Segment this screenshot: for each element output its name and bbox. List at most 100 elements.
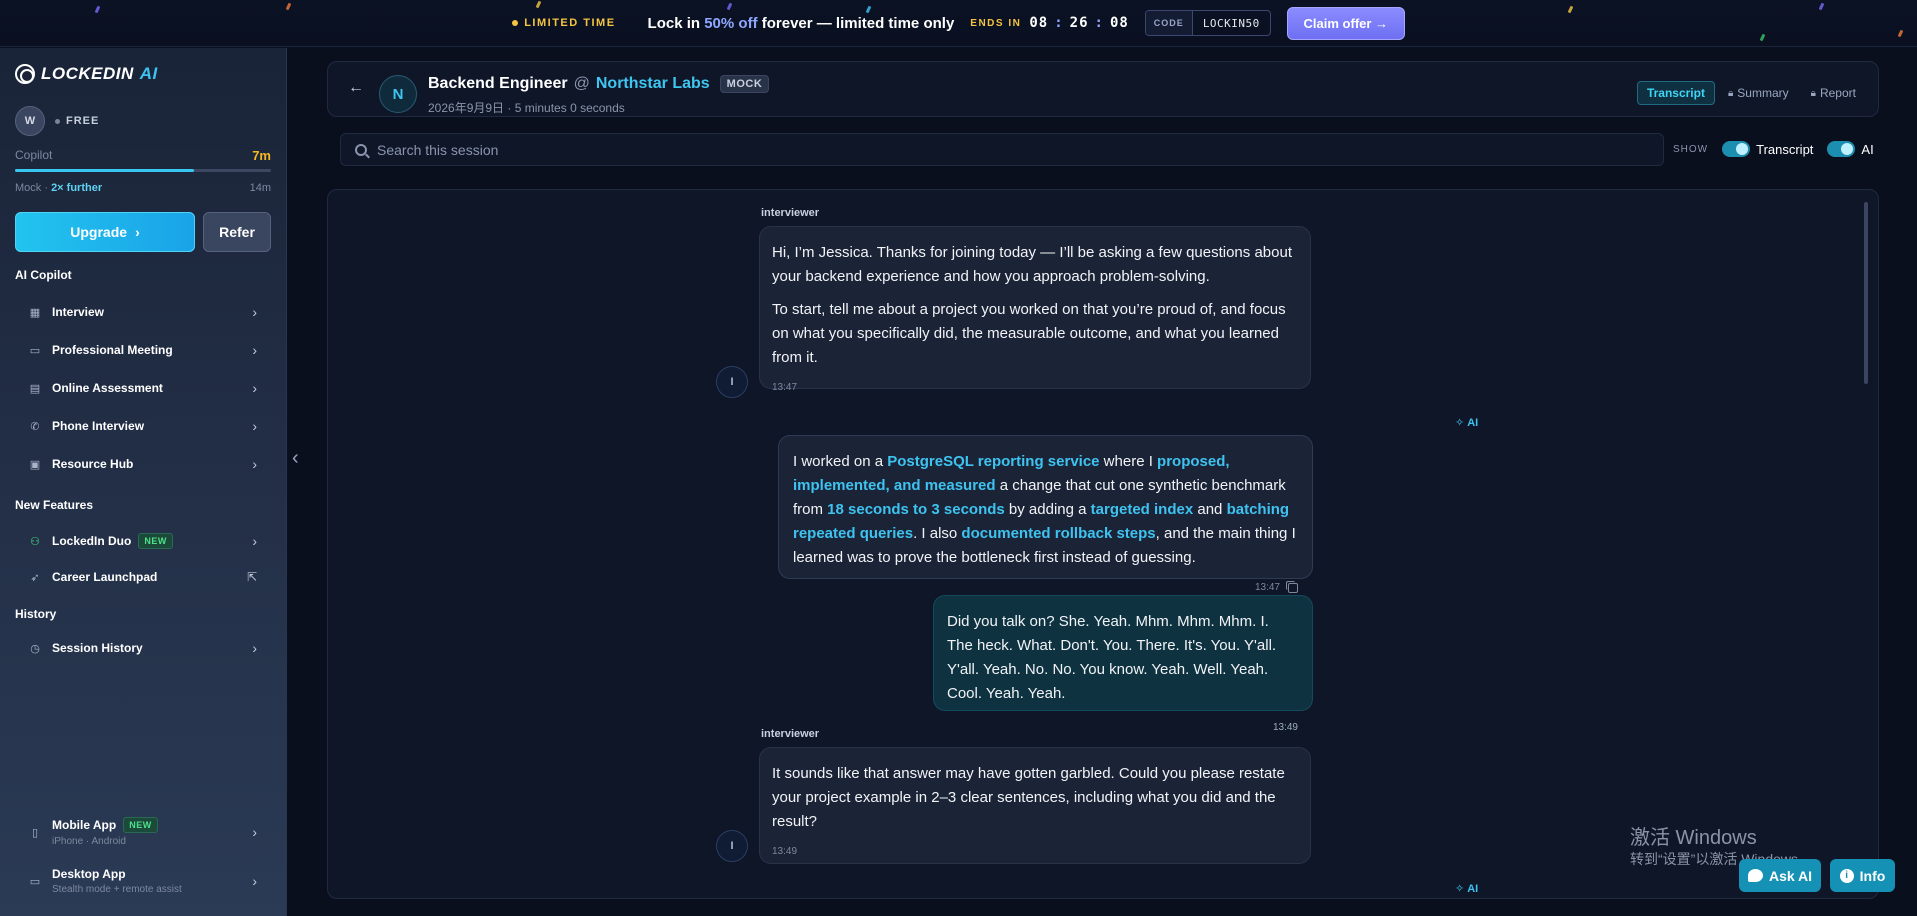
session-header: ← N Backend Engineer @ Northstar Labs MO… (327, 61, 1879, 117)
sidebar-item-mobile-app[interactable]: ▯ Mobile App NEW iPhone · Android › (15, 812, 271, 852)
search-icon (355, 143, 367, 156)
confetti-decoration (94, 5, 101, 14)
sidebar: LOCKEDIN AI W FREE Copilot 7m Mock · 2× … (0, 48, 287, 916)
sidebar-item-career-launchpad[interactable]: ➶ Career Launchpad ⇱ (15, 561, 271, 593)
avatar[interactable]: W (15, 106, 45, 136)
session-tabs: Transcript 🔒︎ Summary 🔒︎ Report (1636, 81, 1865, 105)
ai-tag: ✧ AI (1455, 882, 1479, 896)
chat-icon (1747, 869, 1763, 882)
confetti-decoration (1818, 2, 1825, 11)
sidebar-item-phone-interview[interactable]: ✆ Phone Interview › (15, 410, 271, 442)
claim-offer-button[interactable]: Claim offer → (1286, 6, 1405, 40)
timer-seconds: 08 (1109, 15, 1129, 31)
interviewer-avatar: I (716, 830, 748, 862)
chevron-right-icon: › (252, 824, 257, 840)
timer-hours: 08 (1029, 15, 1049, 31)
message-bubble-ai: I worked on a PostgreSQL reporting servi… (778, 435, 1313, 593)
company-avatar: N (379, 75, 417, 113)
confetti-decoration (285, 2, 292, 11)
confetti-decoration (1897, 29, 1904, 38)
sidebar-item-online-assessment[interactable]: ▤ Online Assessment › (15, 372, 271, 404)
document-icon: ▤ (29, 382, 41, 395)
message-time: 13:47 (772, 382, 798, 393)
back-arrow-icon[interactable]: ← (348, 79, 364, 97)
info-button[interactable]: i Info (1830, 859, 1895, 892)
message-bubble-interviewer: It sounds like that answer may have gott… (759, 747, 1311, 864)
new-badge: NEW (123, 817, 158, 833)
info-icon: i (1839, 868, 1854, 883)
copilot-progress-bar (15, 169, 271, 172)
sparkle-icon: ✧ (1455, 883, 1465, 895)
lock-icon: 🔒︎ (1727, 87, 1734, 99)
message-time: 13:49 (1272, 722, 1298, 733)
new-badge: NEW (138, 533, 173, 549)
refer-button[interactable]: Refer (203, 212, 271, 252)
transcript-toggle[interactable] (1722, 141, 1751, 157)
interviewer-avatar: I (716, 366, 748, 398)
promo-code[interactable]: CODE LOCKIN50 (1144, 10, 1271, 36)
message-time: 13:49 (772, 846, 798, 857)
scrollbar[interactable] (1864, 202, 1868, 384)
speaker-label: interviewer (761, 728, 820, 740)
transcript-panel: interviewer Hi, I’m Jessica. Thanks for … (327, 189, 1879, 899)
sidebar-item-resource-hub[interactable]: ▣ Resource Hub › (15, 448, 271, 480)
archive-icon: ▣ (29, 458, 41, 471)
rocket-icon: ➶ (30, 571, 40, 584)
mock-usage: Mock · 2× further 14m (15, 182, 271, 194)
section-ai-copilot: AI Copilot (15, 268, 72, 282)
tab-summary[interactable]: 🔒︎ Summary (1719, 81, 1798, 105)
dot-icon (55, 118, 60, 124)
section-new-features: New Features (15, 498, 94, 512)
confetti-decoration (1759, 33, 1766, 42)
search-input[interactable] (377, 141, 1627, 158)
chevron-right-icon: › (252, 342, 257, 358)
chevron-right-icon: › (252, 533, 257, 549)
history-icon: ◷ (30, 642, 40, 655)
confetti-decoration (1567, 5, 1574, 14)
video-icon: ▭ (29, 344, 41, 357)
tab-report[interactable]: 🔒︎ Report (1802, 81, 1865, 105)
sidebar-item-session-history[interactable]: ◷ Session History › (15, 632, 271, 664)
collapse-sidebar-icon[interactable]: ‹ (292, 447, 299, 470)
message-bubble-user: Did you talk on? She. Yeah. Mhm. Mhm. Mh… (933, 595, 1313, 733)
chevron-right-icon: › (252, 873, 257, 889)
sidebar-item-interview[interactable]: ▦ Interview › (15, 296, 271, 328)
mobile-icon: ▯ (31, 826, 39, 839)
message-bubble-interviewer: Hi, I’m Jessica. Thanks for joining toda… (759, 226, 1311, 393)
user-row: W FREE (15, 106, 99, 136)
chevron-right-icon: › (252, 380, 257, 396)
upgrade-button[interactable]: Upgrade › (15, 212, 195, 252)
sidebar-item-professional-meeting[interactable]: ▭ Professional Meeting › (15, 334, 271, 366)
sparkle-icon: ✧ (1455, 417, 1465, 429)
external-link-icon: ⇱ (246, 570, 257, 584)
countdown: ENDS IN 08:26:08 (970, 15, 1129, 31)
copy-icon[interactable] (1286, 581, 1298, 593)
session-subtitle: 2026年9月9日 · 5 minutes 0 seconds (428, 101, 625, 115)
chevron-right-icon: › (252, 640, 257, 656)
ai-tag: ✧ AI (1455, 416, 1479, 430)
sidebar-item-desktop-app[interactable]: ▭ Desktop App Stealth mode + remote assi… (15, 861, 271, 901)
offer-text: Lock in 50% off forever — limited time o… (647, 14, 955, 32)
ai-toggle[interactable] (1827, 141, 1856, 157)
chevron-right-icon: › (252, 456, 257, 472)
phone-icon: ✆ (30, 420, 40, 433)
sidebar-item-lockedin-duo[interactable]: ⚇ LockedIn Duo NEW › (15, 525, 271, 557)
page-title: Backend Engineer @ Northstar Labs MOCK (428, 75, 770, 93)
limited-time-label: LIMITED TIME (512, 17, 615, 29)
progress-fill (15, 169, 195, 172)
user-plus-icon: ⚇ (30, 535, 40, 548)
logo-icon (15, 64, 35, 84)
search-box (340, 133, 1664, 166)
chevron-right-icon: › (252, 418, 257, 434)
windows-watermark: 激活 Windows (1630, 827, 1757, 849)
chevron-right-icon: › (135, 224, 140, 240)
monitor-icon: ▭ (29, 875, 41, 888)
dot-icon (512, 20, 519, 26)
tab-transcript[interactable]: Transcript (1636, 81, 1715, 105)
mock-badge: MOCK (719, 75, 770, 93)
plan-badge: FREE (55, 115, 99, 127)
show-toggles: SHOW Transcript AI (1673, 141, 1874, 157)
logo[interactable]: LOCKEDIN AI (15, 64, 158, 84)
ask-ai-button[interactable]: Ask AI (1739, 859, 1821, 892)
promo-banner: LIMITED TIME Lock in 50% off forever — l… (0, 0, 1917, 47)
